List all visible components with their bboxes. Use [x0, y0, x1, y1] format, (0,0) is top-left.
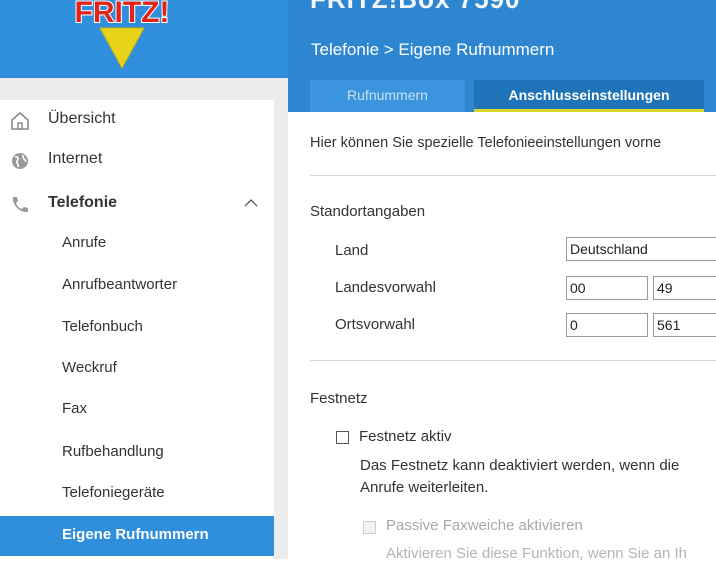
breadcrumb: Telefonie > Eigene Rufnummern — [311, 40, 555, 59]
faxweiche-checkbox[interactable] — [363, 521, 376, 534]
sidebar-subitem-label: Telefoniegeräte — [62, 484, 165, 501]
logo-text: FRITZ! — [75, 0, 170, 29]
sidebar-subitem-anrufbeantworter[interactable]: Anrufbeantworter — [0, 266, 274, 306]
sidebar-subitem-label: Eigene Rufnummern — [62, 526, 209, 543]
sidebar-subitem-rufbehandlung[interactable]: Rufbehandlung — [0, 433, 274, 473]
fritz-logo[interactable]: FRITZ! — [62, 0, 182, 70]
land-label: Land — [335, 242, 369, 259]
festnetz-aktiv-label[interactable]: Festnetz aktiv — [359, 428, 452, 445]
tab-rufnummern[interactable]: Rufnummern — [310, 80, 465, 112]
festnetz-aktiv-checkbox[interactable] — [336, 431, 349, 444]
faxweiche-label: Passive Faxweiche aktivieren — [386, 517, 583, 534]
phone-icon — [12, 197, 28, 213]
sidebar-item-label: Übersicht — [48, 110, 116, 127]
sidebar-item-uebersicht[interactable]: Übersicht — [0, 100, 274, 140]
sidebar-subitem-telefoniegeraete[interactable]: Telefoniegeräte — [0, 474, 274, 514]
sidebar-subitem-label: Anrufe — [62, 234, 107, 251]
ortsvorwahl-prefix-field[interactable] — [566, 313, 648, 337]
sidebar-item-label: Internet — [48, 150, 103, 167]
home-icon — [11, 111, 29, 130]
tab-anschlusseinstellungen[interactable]: Anschlusseinstellungen — [474, 80, 704, 112]
sidebar-item-internet[interactable]: Internet — [0, 140, 274, 180]
sidebar-item-telefonie[interactable]: Telefonie — [0, 184, 274, 224]
landesvorwahl-prefix-field[interactable] — [566, 276, 648, 300]
divider — [310, 175, 716, 176]
chevron-up-icon[interactable] — [244, 198, 258, 208]
landesvorwahl-label: Landesvorwahl — [335, 279, 436, 296]
sidebar-subitem-label: Telefonbuch — [62, 318, 143, 335]
sidebar-subitem-label: Rufbehandlung — [62, 443, 164, 460]
land-select[interactable] — [566, 237, 716, 261]
sidebar-item-label: Telefonie — [48, 194, 118, 211]
section-title-festnetz: Festnetz — [310, 390, 368, 407]
faxweiche-help: Aktivieren Sie diese Funktion, wenn Sie … — [386, 545, 688, 562]
sidebar-subitem-label: Weckruf — [62, 359, 117, 376]
product-title: FRITZ!Box 7590 — [310, 0, 521, 15]
sidebar-subitem-label: Fax — [62, 400, 88, 417]
sidebar-subitem-anrufe[interactable]: Anrufe — [0, 224, 274, 264]
festnetz-help-line1: Das Festnetz kann deaktiviert werden, we… — [360, 457, 680, 474]
divider — [310, 360, 716, 361]
festnetz-help-line2: Anrufe weiterleiten. — [360, 479, 489, 496]
sidebar-subitem-weckruf[interactable]: Weckruf — [0, 349, 274, 389]
sidebar: Übersicht Internet Telefonie Anrufe Anru… — [0, 100, 274, 559]
sidebar-subitem-fax[interactable]: Fax — [0, 390, 274, 430]
sidebar-subitem-eigene-rufnummern[interactable]: Eigene Rufnummern — [0, 516, 274, 556]
section-title-standortangaben: Standortangaben — [310, 203, 426, 220]
sidebar-subitem-telefonbuch[interactable]: Telefonbuch — [0, 308, 274, 348]
ortsvorwahl-field[interactable] — [653, 313, 716, 337]
landesvorwahl-field[interactable] — [653, 276, 716, 300]
ortsvorwahl-label: Ortsvorwahl — [335, 316, 416, 333]
globe-icon — [12, 153, 28, 169]
intro-text: Hier können Sie spezielle Telefonieeinst… — [310, 135, 662, 151]
sidebar-subitem-label: Anrufbeantworter — [62, 276, 178, 293]
